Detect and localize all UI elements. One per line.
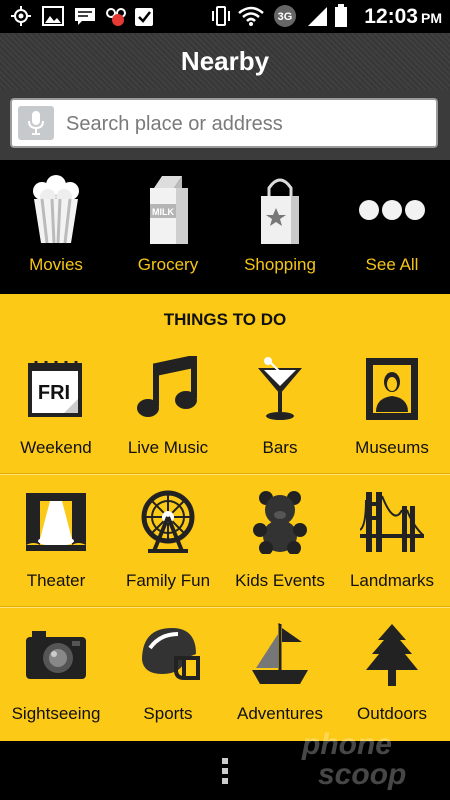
stage-icon <box>0 483 112 561</box>
category-label: Movies <box>29 255 83 274</box>
mona-lisa-icon <box>336 350 448 428</box>
tile-sightseeing[interactable]: Sightseeing <box>0 612 112 744</box>
category-label: Grocery <box>137 255 199 274</box>
ferris-wheel-icon <box>112 483 224 561</box>
tile-label: Weekend <box>20 438 92 457</box>
tile-label: Live Music <box>127 438 209 457</box>
svg-text:MILK: MILK <box>152 207 174 217</box>
category-label: Shopping <box>244 255 316 274</box>
svg-text:phone: phone <box>301 728 392 761</box>
tile-landmarks[interactable]: Landmarks <box>336 479 448 611</box>
things-row-2: Theater Family Fun Kids Events Landmarks <box>0 479 450 611</box>
svg-text:FRI: FRI <box>38 382 70 404</box>
vibrate-icon <box>210 6 232 26</box>
page-title: Nearby <box>180 46 270 76</box>
tile-label: Sightseeing <box>11 704 101 723</box>
things-row-1: FRI Weekend Live Music Bars Museums <box>0 346 450 478</box>
tile-bars[interactable]: Bars <box>224 346 336 478</box>
more-dots-icon <box>336 174 448 246</box>
tile-family-fun[interactable]: Family Fun <box>112 479 224 611</box>
tile-museums[interactable]: Museums <box>336 346 448 478</box>
phonescoop-watermark: phone scoop <box>301 728 406 790</box>
category-movies[interactable]: Movies <box>0 160 112 294</box>
voicemail-icon <box>104 6 130 26</box>
3g-icon: 3G <box>272 5 298 27</box>
music-note-icon <box>112 350 224 428</box>
tile-kids-events[interactable]: Kids Events <box>224 479 336 611</box>
category-grocery[interactable]: MILK Grocery <box>112 160 224 294</box>
search-input[interactable] <box>64 104 428 144</box>
tile-label: Landmarks <box>349 571 435 590</box>
tile-label: Kids Events <box>235 571 325 590</box>
message-icon <box>74 6 96 26</box>
section-title: THINGS TO DO <box>163 310 287 329</box>
tile-label: Bars <box>262 438 298 457</box>
teddy-bear-icon <box>224 483 336 561</box>
battery-icon <box>334 4 348 27</box>
sailboat-icon <box>224 616 336 694</box>
popcorn-icon <box>0 174 112 246</box>
category-see-all[interactable]: See All <box>336 160 448 294</box>
search-box[interactable] <box>10 98 438 148</box>
calendar-fri-icon: FRI <box>0 350 112 428</box>
signal-icon <box>306 6 328 26</box>
location-icon <box>10 6 32 26</box>
title-bar: Nearby <box>0 33 450 90</box>
svg-text:scoop: scoop <box>318 758 406 790</box>
row-divider <box>0 607 450 608</box>
status-time: 12:03 PM <box>364 5 442 28</box>
overflow-menu-icon[interactable] <box>213 755 237 787</box>
tile-weekend[interactable]: FRI Weekend <box>0 346 112 478</box>
tile-live-music[interactable]: Live Music <box>112 346 224 478</box>
bridge-icon <box>336 483 448 561</box>
tile-label: Theater <box>26 571 86 590</box>
category-label: See All <box>365 255 419 274</box>
microphone-icon[interactable] <box>18 106 54 140</box>
svg-text:3G: 3G <box>278 11 293 23</box>
pine-tree-icon <box>336 616 448 694</box>
shopping-bag-icon <box>224 174 336 246</box>
category-shopping[interactable]: Shopping <box>224 160 336 294</box>
camera-icon <box>0 616 112 694</box>
category-row: Movies MILK Grocery Shopping See All <box>0 160 450 294</box>
tile-theater[interactable]: Theater <box>0 479 112 611</box>
things-to-do-panel: THINGS TO DO FRI Weekend Live Music Bars… <box>0 294 450 741</box>
tile-label: Family Fun <box>125 571 211 590</box>
wifi-icon <box>238 6 264 26</box>
row-divider <box>0 474 450 475</box>
milk-carton-icon: MILK <box>112 174 224 246</box>
football-helmet-icon <box>112 616 224 694</box>
search-area <box>0 90 450 160</box>
checkbox-icon <box>134 6 154 26</box>
tile-sports[interactable]: Sports <box>112 612 224 744</box>
martini-icon <box>224 350 336 428</box>
gallery-icon <box>42 6 64 26</box>
status-bar: 3G 12:03 PM <box>0 0 450 33</box>
tile-label: Sports <box>143 704 193 723</box>
tile-label: Museums <box>355 438 429 457</box>
